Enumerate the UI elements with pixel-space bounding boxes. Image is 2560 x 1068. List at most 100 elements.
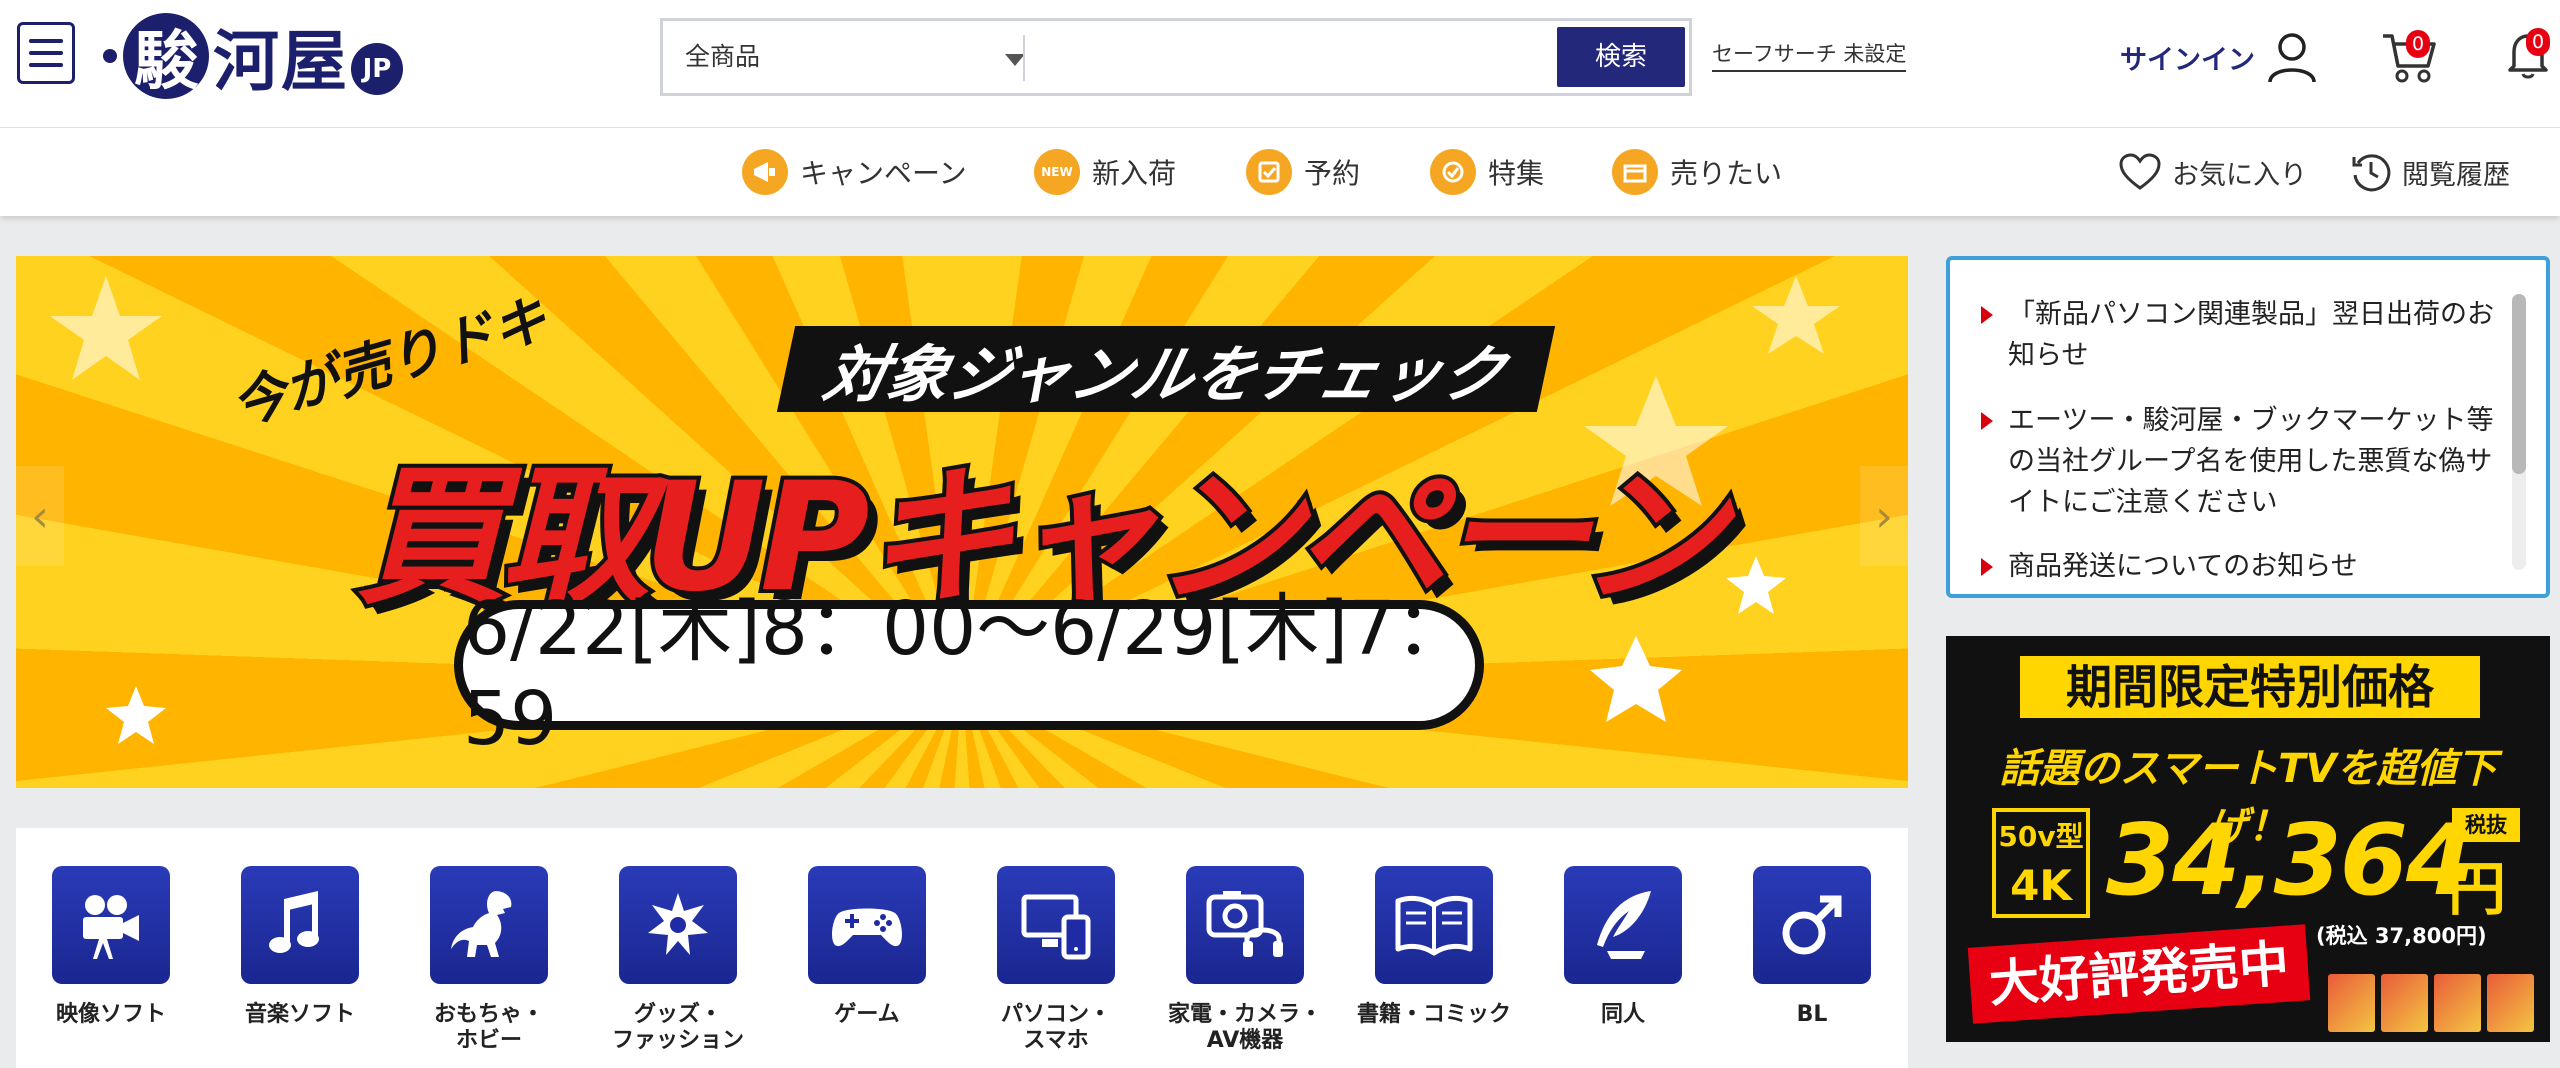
history-clock-icon: [2352, 154, 2391, 192]
category-label: 音楽ソフト: [244, 1002, 355, 1027]
safe-search-link[interactable]: セーフサーチ 未設定: [1712, 38, 1907, 72]
nav-item-label: 特集: [1488, 157, 1545, 190]
hamburger-line: [29, 39, 63, 43]
search-bar: 全商品 検索: [660, 18, 1692, 96]
megaphone-icon: [742, 149, 788, 195]
menu-hamburger-button[interactable]: [17, 22, 75, 84]
notification-count-badge: 0: [2526, 28, 2550, 56]
cart-button[interactable]: 0: [2380, 28, 2438, 84]
category-bl[interactable]: BL: [1727, 866, 1897, 1028]
category-electronics-camera-av[interactable]: 家電・カメラ・ AV機器: [1160, 866, 1330, 1054]
notice-item[interactable]: 「新品パソコン関連製品」翌日出荷のお知らせ: [1981, 294, 2512, 376]
promo-headline: 期間限定特別価格: [2020, 656, 2480, 718]
male-symbol-icon: [1753, 866, 1871, 984]
nav-item-label: 売りたい: [1670, 157, 1783, 190]
promo-thumbnail: [2487, 974, 2534, 1032]
sell-box-icon: [1612, 149, 1658, 195]
promo-thumbnail: [2328, 974, 2375, 1032]
site-header: 駿 河屋 JP 全商品 検索 セーフサーチ 未設定 サインイン 0 0: [0, 0, 2560, 128]
promo-sale-text: 大好評発売中: [1967, 924, 2311, 1024]
logo-jp-badge: JP: [351, 43, 403, 95]
nav-item-label: 新入荷: [1092, 157, 1177, 190]
category-video[interactable]: 映像ソフト: [26, 866, 196, 1028]
hamburger-line: [29, 63, 63, 67]
notice-text: エーツー・駿河屋・ブックマーケット等の当社グループ名を使用した悪質な偽サイトにご…: [2008, 405, 2494, 518]
promo-thumbnail: [2434, 974, 2481, 1032]
category-label: 家電・カメラ・ AV機器: [1167, 1002, 1322, 1053]
open-book-icon: [1375, 866, 1493, 984]
banner-tag: 対象ジャンルをチェック: [776, 326, 1556, 412]
category-label: BL: [1796, 1002, 1828, 1027]
nav-item-label: 予約: [1304, 157, 1361, 190]
banner-prev-button[interactable]: ‹: [16, 466, 64, 566]
triangle-right-icon: [1981, 412, 1993, 430]
smart-tv-promo-banner[interactable]: 期間限定特別価格 話題のスマートTVを超値下げ！ 50v型 4K 34,364 …: [1946, 636, 2550, 1042]
signin-button[interactable]: サインイン: [2120, 30, 2319, 84]
history-label: 閲覧履歴: [2402, 159, 2510, 191]
banner-next-button[interactable]: ›: [1860, 466, 1908, 566]
gamepad-icon: [808, 866, 926, 984]
nav-item-sell[interactable]: 売りたい: [1612, 146, 1782, 198]
star-badge-icon: [619, 866, 737, 984]
favorites-link[interactable]: お気に入り: [2118, 146, 2307, 198]
notice-scrollbar-thumb[interactable]: [2512, 294, 2526, 474]
notice-item[interactable]: 商品発送についてのお知らせ: [1981, 546, 2512, 587]
category-toys-hobby[interactable]: おもちゃ・ ホビー: [404, 866, 574, 1054]
movie-camera-icon: [52, 866, 170, 984]
favorites-label: お気に入り: [2172, 159, 2307, 191]
cart-count-badge: 0: [2406, 30, 2430, 58]
new-badge-icon: NEW: [1034, 149, 1080, 195]
promo-thumbnail: [2381, 974, 2428, 1032]
promo-tax-included: (税込 37,800円): [2316, 924, 2487, 948]
category-goods-fashion[interactable]: グッズ・ ファッション: [593, 866, 763, 1054]
category-label: 映像ソフト: [55, 1002, 166, 1027]
category-label: おもちゃ・ ホビー: [433, 1002, 544, 1053]
notice-panel: 「新品パソコン関連製品」翌日出荷のお知らせ エーツー・駿河屋・ブックマーケット等…: [1946, 256, 2550, 598]
music-note-icon: [241, 866, 359, 984]
camera-headphones-icon: [1186, 866, 1304, 984]
logo-circle: 駿: [123, 13, 209, 99]
promo-price: 34,364: [2106, 804, 2474, 918]
nav-item-label: キャンペーン: [800, 157, 967, 190]
promo-resolution: 4K: [2010, 861, 2072, 910]
nav-item-campaign[interactable]: キャンペーン: [742, 146, 967, 198]
search-category-label: 全商品: [685, 42, 761, 71]
signin-label: サインイン: [2120, 44, 2255, 76]
promo-tax-excluded: 税抜: [2452, 808, 2520, 842]
category-pc-smartphone[interactable]: パソコン・ スマホ: [971, 866, 1141, 1054]
triangle-right-icon: [1981, 306, 1993, 324]
promo-thumbnails: [2328, 974, 2534, 1032]
category-games[interactable]: ゲーム: [782, 866, 952, 1028]
nav-item-reservation[interactable]: 予約: [1246, 146, 1360, 198]
category-label: ゲーム: [834, 1002, 900, 1027]
category-label: 同人: [1600, 1002, 1645, 1027]
feature-badge-icon: [1430, 149, 1476, 195]
notice-text: 商品発送についてのお知らせ: [2008, 551, 2358, 582]
notification-button[interactable]: 0: [2500, 26, 2556, 82]
quill-pen-icon: [1564, 866, 1682, 984]
chevron-down-icon: [1005, 54, 1025, 66]
user-icon: [2268, 33, 2316, 83]
category-doujin[interactable]: 同人: [1538, 866, 1708, 1028]
main-nav-bar: キャンペーン NEW 新入荷 予約 特集 売りたい お気に入り 閲覧履歴: [0, 128, 2560, 216]
search-category-select[interactable]: 全商品: [685, 21, 1025, 93]
promo-size: 50v型: [1998, 820, 2084, 853]
logo-text: 河屋: [213, 22, 349, 100]
category-music[interactable]: 音楽ソフト: [215, 866, 385, 1028]
search-input[interactable]: [1037, 27, 1581, 89]
campaign-banner[interactable]: ‹ › 今が売りドキ 対象ジャンルをチェック 買取UPキャンペーン 6/22[木…: [16, 256, 1908, 788]
search-button[interactable]: 検索: [1557, 27, 1685, 87]
nav-item-features[interactable]: 特集: [1430, 146, 1544, 198]
banner-date: 6/22[木]8：00〜6/29[木]7：59: [454, 586, 1484, 762]
notice-text: 「新品パソコン関連製品」翌日出荷のお知らせ: [2008, 299, 2494, 371]
notice-item[interactable]: エーツー・駿河屋・ブックマーケット等の当社グループ名を使用した悪質な偽サイトにご…: [1981, 400, 2512, 523]
site-logo[interactable]: 駿 河屋 JP: [103, 8, 403, 104]
history-link[interactable]: 閲覧履歴: [2350, 146, 2510, 198]
search-divider: [1023, 35, 1025, 81]
category-label: 書籍・コミック: [1356, 1002, 1511, 1027]
category-label: パソコン・ スマホ: [1000, 1002, 1111, 1053]
promo-price-unit: 円: [2448, 855, 2507, 923]
nav-item-new-arrivals[interactable]: NEW 新入荷: [1034, 146, 1176, 198]
category-books-comics[interactable]: 書籍・コミック: [1349, 866, 1519, 1028]
triangle-right-icon: [1981, 558, 1993, 576]
